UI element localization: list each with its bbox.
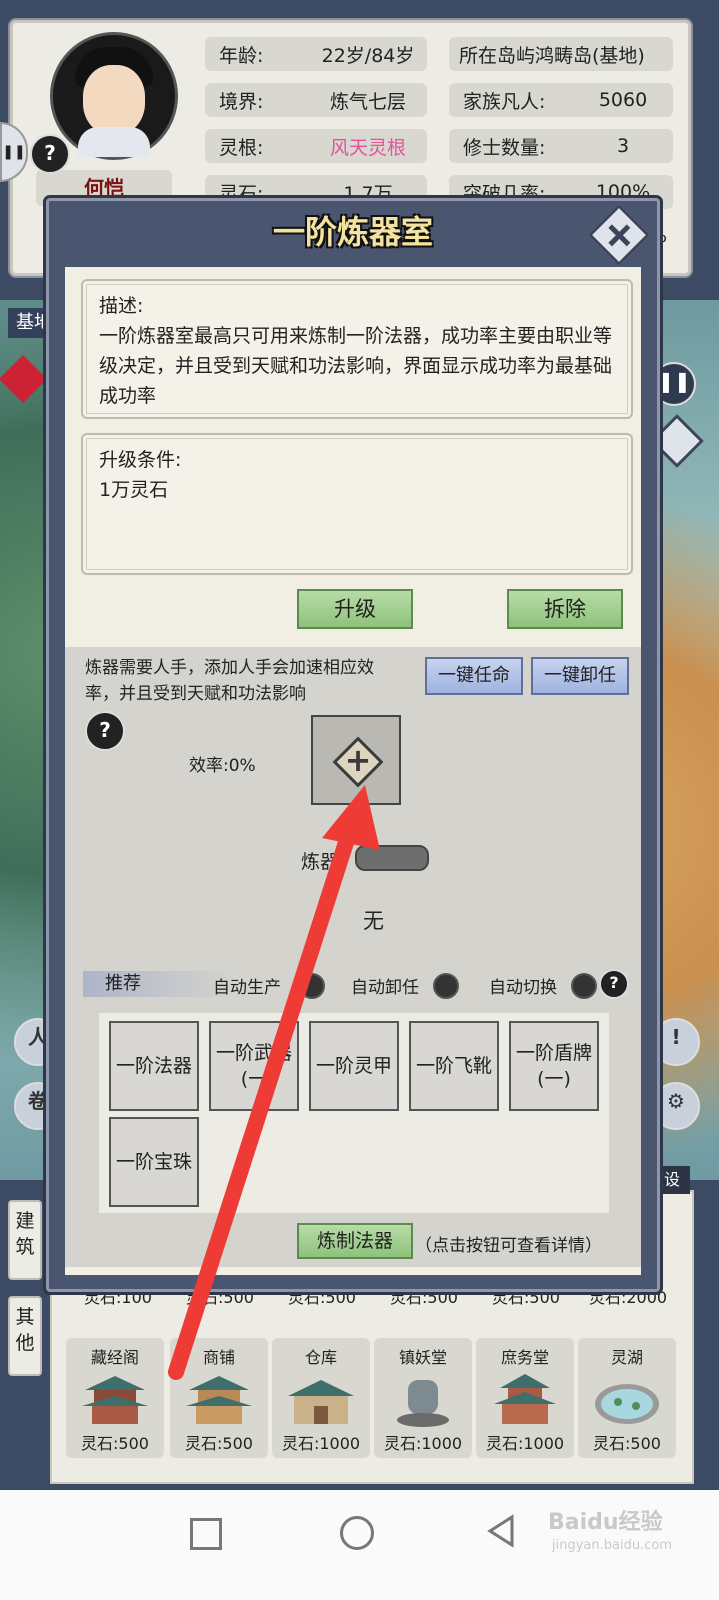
- hall-icon: [494, 1374, 556, 1424]
- description-box: 描述: 一阶炼器室最高只可用来炼制一阶法器，成功率主要由职业等级决定，并且受到天…: [81, 279, 633, 419]
- tab-other-label: 其他: [15, 1306, 35, 1354]
- recipe-button[interactable]: 一阶法器: [109, 1021, 199, 1111]
- upgrade-box: 升级条件: 1万灵石: [81, 433, 633, 575]
- age-row: 年龄: 22岁/84岁: [205, 37, 427, 71]
- worker-note: 炼器需要人手，添加人手会加速相应效率，并且受到天赋和功法影响: [85, 658, 374, 704]
- craft-label: 炼器: [301, 851, 340, 873]
- recipe-grid: 一阶法器 一阶武器(一 一阶灵甲 一阶飞靴 一阶盾牌(一) 一阶宝珠: [99, 1013, 609, 1213]
- auto-dismiss-label: 自动卸任: [351, 978, 419, 998]
- tab-buildings[interactable]: 建筑: [8, 1200, 42, 1280]
- island-row: 所在岛屿鸿畴岛(基地): [449, 37, 673, 71]
- building-name: 庶务堂: [500, 1348, 549, 1367]
- building-cost: 灵石:1000: [485, 1434, 565, 1453]
- building-card-library[interactable]: 藏经阁 灵石:500: [66, 1338, 164, 1458]
- avatar[interactable]: [50, 32, 178, 160]
- worker-help-icon[interactable]: ?: [85, 711, 125, 751]
- building-cost: 灵石:500: [185, 1434, 253, 1453]
- building-cost: 灵石:500: [81, 1434, 149, 1453]
- auto-dismiss-toggle[interactable]: [433, 973, 459, 999]
- pagoda-icon: [82, 1376, 148, 1424]
- auto-switch-toggle[interactable]: [571, 973, 597, 999]
- recent-apps-icon[interactable]: [190, 1518, 222, 1550]
- building-name: 商铺: [202, 1348, 235, 1367]
- description-text: 一阶炼器室最高只可用来炼制一阶法器，成功率主要由职业等级决定，并且受到天赋和功法…: [99, 325, 613, 407]
- building-cost: 灵石:1000: [383, 1434, 463, 1453]
- home-icon[interactable]: [340, 1516, 374, 1550]
- building-card-warehouse[interactable]: 仓库 灵石:1000: [272, 1338, 370, 1458]
- demon-tower-icon: [397, 1380, 449, 1427]
- building-cost: 灵石:500: [593, 1434, 661, 1453]
- building-card-affairs-hall[interactable]: 庶务堂 灵石:1000: [476, 1338, 574, 1458]
- add-worker-slot[interactable]: +: [311, 715, 401, 805]
- building-name: 藏经阁: [90, 1348, 139, 1367]
- upgrade-button[interactable]: 升级: [297, 589, 413, 629]
- recipe-button[interactable]: 一阶飞靴: [409, 1021, 499, 1111]
- dismiss-all-button[interactable]: 一键卸任: [531, 657, 629, 695]
- spirit-root-label: 灵根:: [219, 136, 264, 159]
- family-row: 家族凡人: 5060: [449, 83, 673, 117]
- alert-icon[interactable]: [0, 354, 48, 404]
- upgrade-cost: 1万灵石: [99, 479, 169, 501]
- plus-icon: +: [344, 741, 372, 779]
- lake-icon: [595, 1384, 659, 1424]
- worker-assignment-area: 炼器需要人手，添加人手会加速相应效率，并且受到天赋和功法影响 一键任命 一键卸任…: [65, 647, 641, 1267]
- description-heading: 描述:: [99, 295, 144, 317]
- craft-artifact-button[interactable]: 炼制法器: [297, 1223, 413, 1259]
- recipe-button[interactable]: 一阶宝珠: [109, 1117, 199, 1207]
- modal-body: 描述: 一阶炼器室最高只可用来炼制一阶法器，成功率主要由职业等级决定，并且受到天…: [65, 267, 641, 1275]
- spirit-root-row: 灵根: 风天灵根: [205, 129, 427, 163]
- realm-value: 炼气七层: [329, 90, 406, 113]
- recommend-label: 推荐: [83, 971, 233, 997]
- demolish-button[interactable]: 拆除: [507, 589, 623, 629]
- auto-switch-label: 自动切换: [489, 978, 557, 998]
- age-value: 22岁/84岁: [321, 44, 415, 67]
- craft-hint: （点击按钮可查看详情）: [415, 1236, 602, 1256]
- back-icon[interactable]: [486, 1514, 516, 1548]
- tab-other[interactable]: 其他: [8, 1296, 42, 1376]
- warehouse-icon: [288, 1380, 354, 1424]
- family-label: 家族凡人:: [463, 90, 546, 113]
- realm-row: 境界: 炼气七层: [205, 83, 427, 117]
- recipe-button[interactable]: 一阶灵甲: [309, 1021, 399, 1111]
- building-card-demon-hall[interactable]: 镇妖堂 灵石:1000: [374, 1338, 472, 1458]
- realm-label: 境界:: [219, 90, 264, 113]
- building-card-shop[interactable]: 商铺 灵石:500: [170, 1338, 268, 1458]
- efficiency-label: 效率:0%: [189, 756, 256, 776]
- shop-icon: [186, 1376, 252, 1424]
- watermark: Baidu经验: [548, 1510, 663, 1535]
- building-name: 仓库: [304, 1348, 337, 1367]
- workshop-modal: 一阶炼器室 描述: 一阶炼器室最高只可用来炼制一阶法器，成功率主要由职业等级决定…: [46, 198, 660, 1292]
- building-cost: 灵石:1000: [281, 1434, 361, 1453]
- recipe-button[interactable]: 一阶武器(一: [209, 1021, 299, 1111]
- upgrade-heading: 升级条件:: [99, 449, 182, 471]
- tab-buildings-label: 建筑: [15, 1210, 35, 1258]
- auto-produce-toggle[interactable]: [299, 973, 325, 999]
- modal-title: 一阶炼器室: [272, 213, 433, 251]
- appoint-all-button[interactable]: 一键任命: [425, 657, 523, 695]
- system-nav-bar: Baidu经验 jingyan.baidu.com: [0, 1490, 719, 1600]
- current-item: 无: [363, 909, 384, 933]
- recommend-bar: 推荐 自动生产 自动卸任 自动切换 ?: [83, 969, 629, 999]
- cultivators-value: 3: [616, 135, 630, 157]
- building-name: 镇妖堂: [398, 1348, 447, 1367]
- auto-produce-label: 自动生产: [213, 978, 281, 998]
- recipe-button[interactable]: 一阶盾牌(一): [509, 1021, 599, 1111]
- craft-progress-bar: [355, 845, 429, 871]
- cultivators-row: 修士数量: 3: [449, 129, 673, 163]
- help-icon[interactable]: ?: [30, 134, 70, 174]
- building-name: 灵湖: [610, 1348, 643, 1367]
- island-text: 所在岛屿鸿畴岛(基地): [459, 44, 645, 67]
- auto-help-icon[interactable]: ?: [599, 969, 629, 999]
- cultivators-label: 修士数量:: [463, 136, 546, 159]
- watermark-url: jingyan.baidu.com: [552, 1538, 672, 1553]
- age-label: 年龄:: [219, 44, 264, 67]
- building-card-spirit-lake[interactable]: 灵湖 灵石:500: [578, 1338, 676, 1458]
- spirit-root-value: 风天灵根: [329, 136, 406, 159]
- family-value: 5060: [598, 89, 648, 111]
